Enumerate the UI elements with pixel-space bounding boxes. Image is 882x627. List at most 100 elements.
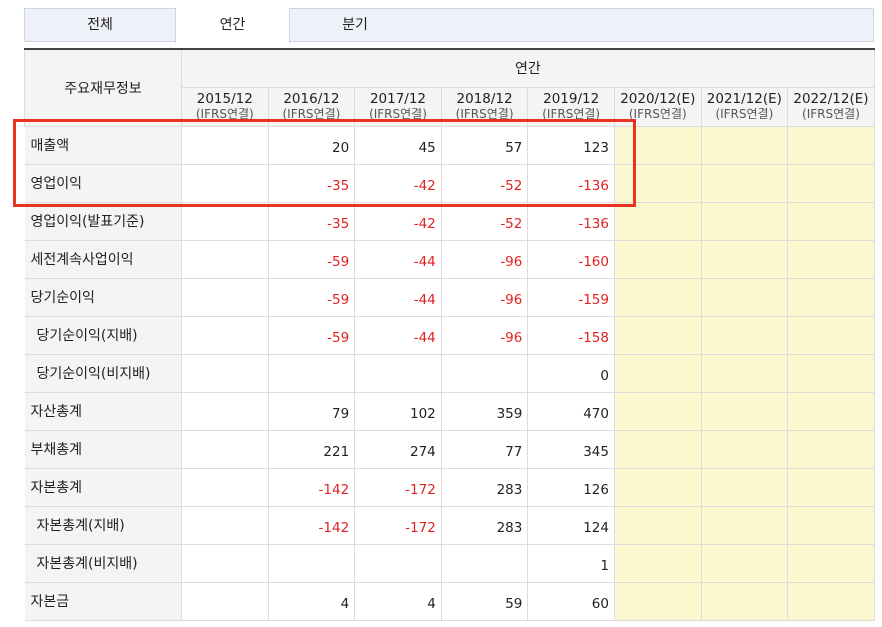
value-cell: 57: [440, 125, 529, 165]
value-cell: 0: [527, 353, 615, 393]
value-cell: [700, 467, 789, 507]
value-cell: -44: [354, 277, 442, 317]
value-cell: [613, 467, 702, 507]
year-column-header: 2019/12 (IFRS연결): [527, 86, 615, 127]
row-label: 부채총계: [24, 429, 182, 469]
table-row: 부채총계 221 274 77 345: [24, 429, 875, 469]
value-cell: [700, 581, 789, 621]
annual-group-header: 연간: [181, 48, 875, 88]
value-cell: [440, 353, 529, 393]
value-cell: [613, 315, 702, 355]
tab-quarterly[interactable]: 분기: [290, 9, 420, 42]
value-cell: 45: [354, 125, 442, 165]
value-cell: [700, 277, 789, 317]
row-header-label: 주요재무정보: [24, 48, 182, 127]
year-column-header: 2022/12(E) (IFRS연결): [787, 86, 875, 127]
value-cell: [700, 353, 789, 393]
value-cell: -172: [354, 505, 442, 545]
value-cell: [787, 315, 875, 355]
table-row: 당기순이익 -59 -44 -96 -159: [24, 277, 875, 317]
table-row: 자본총계(비지배) 1: [24, 543, 875, 583]
table-row: 당기순이익(비지배) 0: [24, 353, 875, 393]
value-cell: [700, 201, 789, 241]
value-cell: [787, 543, 875, 583]
value-cell: [700, 543, 789, 583]
value-cell: [787, 581, 875, 621]
value-cell: -52: [440, 163, 529, 203]
year-label: 2017/12: [369, 90, 427, 107]
row-label: 자산총계: [24, 391, 182, 431]
period-tab-bar: 전체 연간 분기: [24, 8, 874, 43]
value-cell: -59: [267, 239, 356, 279]
row-label: 당기순이익(비지배): [24, 353, 182, 393]
year-label: 2020/12(E): [620, 90, 696, 107]
value-cell: [787, 277, 875, 317]
table-row: 자본총계(지배) -142 -172 283 124: [24, 505, 875, 545]
value-cell: -96: [440, 315, 529, 355]
value-cell: [700, 239, 789, 279]
value-cell: [181, 391, 269, 431]
value-cell: 102: [354, 391, 442, 431]
value-cell: [613, 391, 702, 431]
value-cell: [787, 505, 875, 545]
value-cell: [613, 201, 702, 241]
value-cell: 359: [440, 391, 529, 431]
value-cell: [613, 353, 702, 393]
value-cell: -59: [267, 315, 356, 355]
value-cell: -44: [354, 239, 442, 279]
value-cell: [613, 125, 702, 165]
row-label: 자본총계(지배): [24, 505, 182, 545]
table-row: 자본금 4 4 59 60: [24, 581, 875, 621]
value-cell: 59: [440, 581, 529, 621]
value-cell: [181, 277, 269, 317]
accounting-basis-label: (IFRS연결): [715, 106, 774, 121]
value-cell: [613, 505, 702, 545]
row-label: 자본총계(비지배): [24, 543, 182, 583]
accounting-basis-label: (IFRS연결): [542, 106, 601, 121]
value-cell: 283: [440, 505, 529, 545]
value-cell: [267, 543, 356, 583]
value-cell: [181, 505, 269, 545]
value-cell: 20: [267, 125, 356, 165]
value-cell: -142: [267, 505, 356, 545]
year-column-header: 2020/12(E) (IFRS연결): [613, 86, 702, 127]
value-cell: [181, 467, 269, 507]
row-label: 영업이익: [24, 163, 182, 203]
value-cell: [267, 353, 356, 393]
value-cell: 4: [267, 581, 356, 621]
tab-all[interactable]: 전체: [25, 9, 175, 42]
value-cell: [354, 543, 442, 583]
value-cell: 4: [354, 581, 442, 621]
value-cell: 1: [527, 543, 615, 583]
value-cell: -35: [267, 201, 356, 241]
table-row: 영업이익 -35 -42 -52 -136: [24, 163, 875, 203]
value-cell: [181, 543, 269, 583]
value-cell: [613, 163, 702, 203]
value-cell: -42: [354, 163, 442, 203]
value-cell: -136: [527, 163, 615, 203]
value-cell: -35: [267, 163, 356, 203]
accounting-basis-label: (IFRS연결): [195, 106, 254, 121]
value-cell: -142: [267, 467, 356, 507]
value-cell: 123: [527, 125, 615, 165]
accounting-basis-label: (IFRS연결): [369, 106, 427, 121]
value-cell: [700, 163, 789, 203]
value-cell: 221: [267, 429, 356, 469]
year-column-header: 2015/12 (IFRS연결): [181, 86, 269, 127]
tab-annual[interactable]: 연간: [175, 8, 290, 43]
value-cell: [181, 125, 269, 165]
year-label: 2018/12: [456, 90, 513, 107]
year-label: 2016/12: [283, 90, 340, 107]
value-cell: -96: [440, 277, 529, 317]
accounting-basis-label: (IFRS연결): [282, 106, 341, 121]
financial-summary-table: 주요재무정보 연간 2015/12 (IFRS연결) 2016/12 (IFRS연결)…: [24, 48, 875, 621]
year-label: 2019/12: [543, 90, 600, 107]
value-cell: -159: [527, 277, 615, 317]
value-cell: -44: [354, 315, 442, 355]
value-cell: 274: [354, 429, 442, 469]
year-label: 2015/12: [196, 90, 253, 107]
value-cell: -172: [354, 467, 442, 507]
value-cell: [613, 277, 702, 317]
year-column-header: 2021/12(E) (IFRS연결): [700, 86, 789, 127]
year-label: 2022/12(E): [793, 90, 869, 107]
